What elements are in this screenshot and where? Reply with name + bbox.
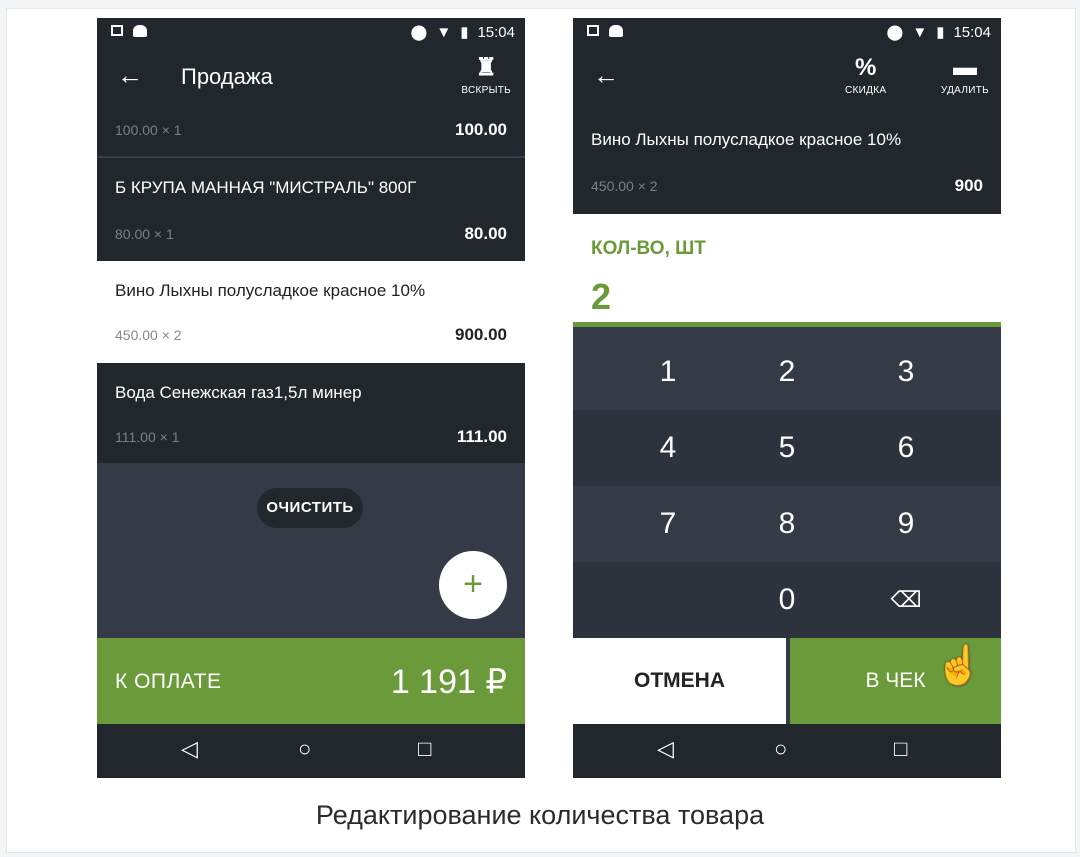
status-bar: ⬤ ▼ ▮ 15:04	[97, 18, 525, 46]
open-button[interactable]: ♜ ВСКРЫТЬ	[461, 54, 511, 96]
clear-button[interactable]: ОЧИСТИТЬ	[257, 488, 363, 528]
bottle-icon: ♜	[475, 54, 497, 81]
toolbar: ← % СКИДКА ▬ УДАЛИТЬ	[573, 46, 1001, 110]
pay-amount: 1 191 ₽	[390, 663, 507, 701]
trash-icon: ▬	[952, 54, 977, 81]
quantity-field[interactable]: КОЛ-ВО, ШТ 2	[573, 214, 1001, 327]
back-arrow-icon[interactable]: ←	[117, 60, 143, 90]
key-9[interactable]: 9	[835, 486, 977, 561]
item-name: Вода Сенежская газ1,5л минер	[115, 383, 362, 402]
quantity-value: 2	[591, 276, 612, 317]
status-bar: ⬤ ▼ ▮ 15:04	[573, 18, 1001, 46]
triangle-back-icon[interactable]: ◁	[181, 736, 198, 762]
item-name: Вино Лыхны полусладкое красное 10%	[591, 130, 902, 149]
delete-button[interactable]: ▬ УДАЛИТЬ	[941, 54, 989, 96]
pay-bar[interactable]: К ОПЛАТЕ 1 191 ₽	[97, 638, 525, 724]
square-recent-icon[interactable]: □	[418, 736, 431, 762]
android-notification-icon	[133, 25, 147, 37]
discount-button[interactable]: % СКИДКА	[845, 54, 886, 96]
quantity-edit-screen: ⬤ ▼ ▮ 15:04 ← % СКИДКА ▬ УДАЛИТЬ Вино Лыхны…	[573, 18, 1001, 778]
item-qty: 450.00 × 2	[591, 178, 658, 194]
battery-icon: ▮	[936, 24, 945, 41]
item-qty: 450.00 × 2	[115, 327, 182, 343]
item-qty: 100.00 × 1	[115, 122, 182, 138]
pay-label: К ОПЛАТЕ	[115, 670, 222, 693]
key-3[interactable]: 3	[835, 334, 977, 409]
open-label: ВСКРЫТЬ	[461, 85, 511, 96]
item-sum: 900	[954, 176, 983, 195]
back-arrow-icon[interactable]: ←	[593, 60, 619, 90]
figure-caption: Редактирование количества товара	[315, 800, 765, 830]
backspace-icon[interactable]: ⌫	[835, 562, 977, 637]
quantity-label: КОЛ-ВО, ШТ	[591, 238, 706, 259]
square-recent-icon[interactable]: □	[894, 736, 907, 762]
battery-icon: ▮	[460, 24, 469, 41]
add-item-button[interactable]: +	[439, 551, 507, 619]
hand-pointer-icon: ☝	[935, 645, 983, 687]
wifi-icon: ▼	[912, 23, 928, 41]
item-sum: 100.00	[455, 120, 507, 139]
image-notification-icon	[587, 25, 599, 36]
wifi-icon: ▼	[436, 23, 452, 41]
cancel-button[interactable]: ОТМЕНА	[573, 638, 786, 724]
toolbar: ← Продажа ♜ ВСКРЫТЬ	[97, 46, 525, 110]
android-notification-icon	[609, 25, 623, 37]
list-item-selected[interactable]: Вино Лыхны полусладкое красное 10% 450.0…	[97, 261, 525, 363]
item-qty: 80.00 × 1	[115, 226, 174, 242]
key-6[interactable]: 6	[835, 410, 977, 485]
item-sum: 80.00	[464, 224, 507, 243]
status-time: 15:04	[953, 23, 991, 41]
location-icon: ⬤	[886, 24, 904, 41]
circle-home-icon[interactable]: ○	[774, 736, 787, 762]
triangle-back-icon[interactable]: ◁	[657, 736, 674, 762]
page-title: Продажа	[181, 64, 273, 89]
item-qty: 111.00 × 1	[115, 429, 180, 445]
image-notification-icon	[111, 25, 123, 36]
percent-icon: %	[854, 54, 877, 81]
sale-screen: ⬤ ▼ ▮ 15:04 ← Продажа ♜ ВСКРЫТЬ 100.00 × 1 …	[97, 18, 525, 778]
discount-label: СКИДКА	[845, 85, 887, 96]
item-name: Б КРУПА МАННАЯ "МИСТРАЛЬ" 800Г	[115, 178, 417, 197]
list-item: Вино Лыхны полусладкое красное 10% 450.0…	[573, 110, 1001, 214]
list-item[interactable]: 100.00 × 1 100.00	[97, 110, 525, 156]
android-nav-bar: ◁ ○ □	[573, 724, 1001, 778]
status-time: 15:04	[477, 23, 515, 41]
item-sum: 111.00	[456, 427, 507, 446]
item-name: Вино Лыхны полусладкое красное 10%	[115, 281, 426, 300]
list-item[interactable]: Б КРУПА МАННАЯ "МИСТРАЛЬ" 800Г 80.00 × 1…	[97, 158, 525, 261]
location-icon: ⬤	[410, 24, 428, 41]
item-sum: 900.00	[455, 325, 507, 344]
android-nav-bar: ◁ ○ □	[97, 724, 525, 778]
delete-label: УДАЛИТЬ	[940, 85, 989, 96]
circle-home-icon[interactable]: ○	[298, 736, 311, 762]
list-item[interactable]: Вода Сенежская газ1,5л минер 111.00 × 1 …	[97, 363, 525, 463]
